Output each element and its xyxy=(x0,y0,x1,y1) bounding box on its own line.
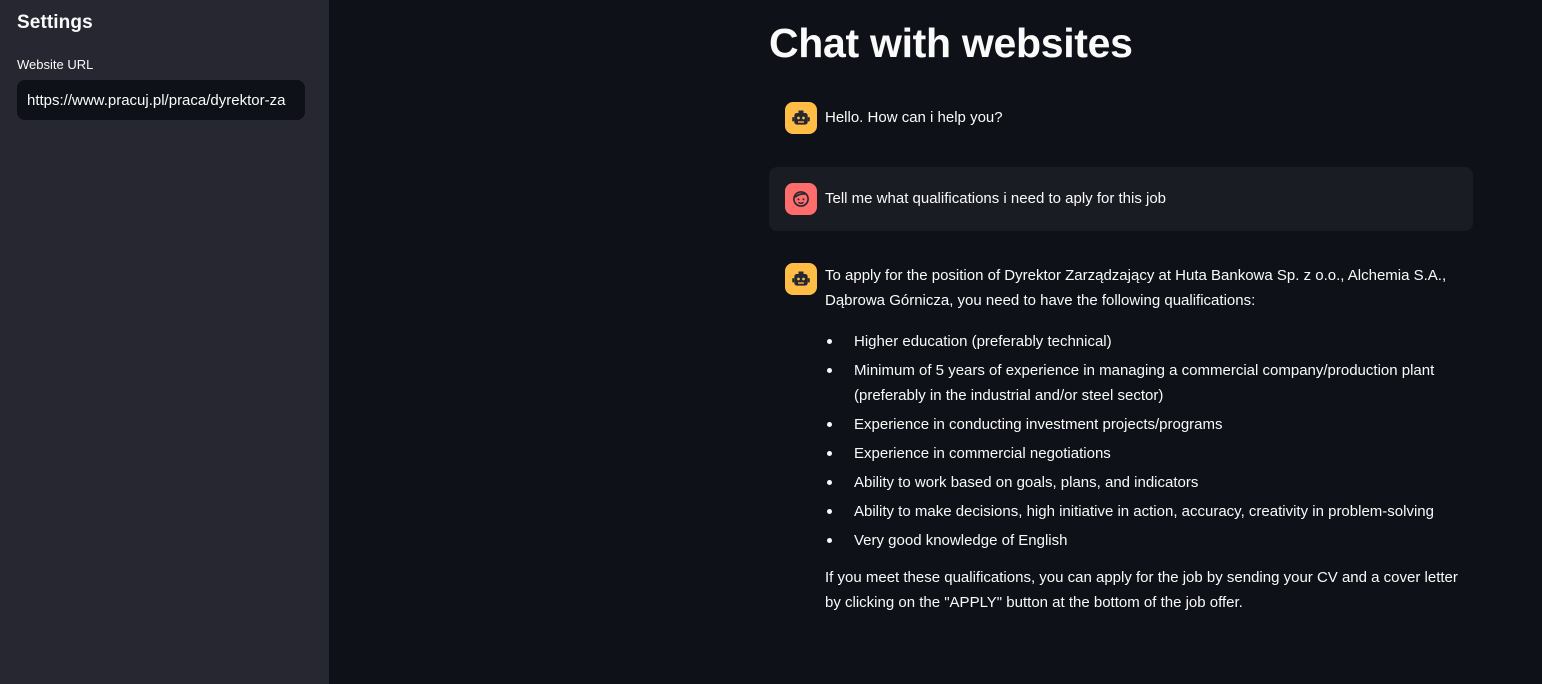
sidebar-title: Settings xyxy=(17,12,93,33)
website-url-label: Website URL xyxy=(17,57,94,72)
message-text: Hello. How can i help you? xyxy=(825,109,1003,126)
chat-message-assistant: Hello. How can i help you? xyxy=(769,86,1473,150)
sidebar: Settings Website URL xyxy=(0,0,329,684)
main-content: Chat with websites Hello. How can i help… xyxy=(329,0,1542,684)
list-item: Higher education (preferably technical) xyxy=(825,329,1473,354)
app: Settings Website URL Chat with websites … xyxy=(0,0,1542,684)
website-url-input[interactable] xyxy=(17,80,305,120)
chat-message-user: Tell me what qualifications i need to ap… xyxy=(769,167,1473,231)
list-item: Ability to make decisions, high initiati… xyxy=(825,499,1473,524)
message-text: Tell me what qualifications i need to ap… xyxy=(825,190,1167,207)
list-item: Experience in conducting investment proj… xyxy=(825,412,1473,437)
message-body: To apply for the position of Dyrektor Za… xyxy=(825,263,1473,615)
message-intro: To apply for the position of Dyrektor Za… xyxy=(825,267,1447,309)
message-closing: If you meet these qualifications, you ca… xyxy=(825,569,1458,611)
robot-icon xyxy=(785,102,817,134)
page-title: Chat with websites xyxy=(769,20,1133,66)
list-item: Minimum of 5 years of experience in mana… xyxy=(825,358,1473,408)
smiling-face-icon xyxy=(785,183,817,215)
robot-icon xyxy=(785,263,817,295)
list-item: Experience in commercial negotiations xyxy=(825,441,1473,466)
qualifications-list: Higher education (preferably technical) … xyxy=(825,329,1473,553)
list-item: Ability to work based on goals, plans, a… xyxy=(825,470,1473,495)
list-item: Very good knowledge of English xyxy=(825,528,1473,553)
chat-message-assistant: To apply for the position of Dyrektor Za… xyxy=(769,247,1473,637)
